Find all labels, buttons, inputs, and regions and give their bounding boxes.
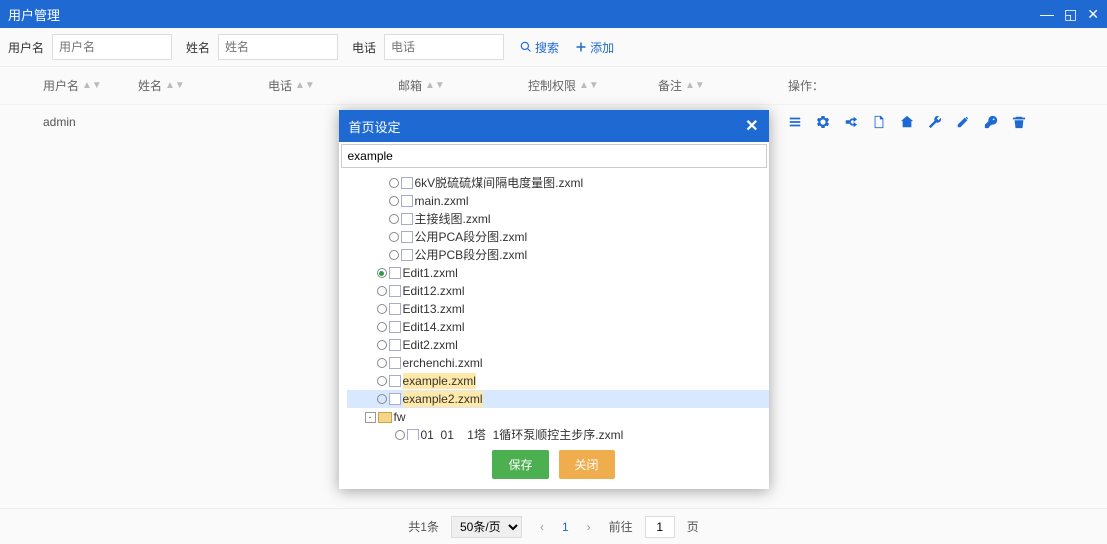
tree-file[interactable]: erchenchi.zxml xyxy=(347,354,769,372)
tree-file[interactable]: Edit2.zxml xyxy=(347,336,769,354)
file-icon xyxy=(389,321,401,333)
tree-file[interactable]: Edit14.zxml xyxy=(347,318,769,336)
modal-title: 首页设定 xyxy=(349,117,401,136)
tree-radio[interactable] xyxy=(377,304,387,314)
modal-overlay: 首页设定 ✕ 6kV脱硫硫煤间隔电度量图.zxml main.zxml 主接线图.z… xyxy=(0,0,1107,544)
file-tree[interactable]: 6kV脱硫硫煤间隔电度量图.zxml main.zxml 主接线图.zxml 公用PC… xyxy=(339,170,769,440)
tree-folder[interactable]: - fw xyxy=(347,408,769,426)
tree-radio[interactable] xyxy=(389,214,399,224)
modal-titlebar: 首页设定 ✕ xyxy=(339,110,769,142)
file-icon xyxy=(401,231,413,243)
file-icon xyxy=(401,213,413,225)
save-button[interactable]: 保存 xyxy=(492,450,548,479)
close-icon[interactable]: ✕ xyxy=(745,116,758,136)
file-icon xyxy=(401,177,413,189)
file-icon xyxy=(389,357,401,369)
tree-file[interactable]: main.zxml xyxy=(347,192,769,210)
tree-node-label: example2.zxml xyxy=(403,391,483,407)
tree-node-label: fw xyxy=(394,409,406,425)
tree-radio[interactable] xyxy=(389,250,399,260)
tree-node-label: 主接线图.zxml xyxy=(415,211,491,227)
tree-radio[interactable] xyxy=(377,322,387,332)
tree-radio[interactable] xyxy=(377,268,387,278)
tree-radio[interactable] xyxy=(377,376,387,386)
file-icon xyxy=(389,375,401,387)
tree-file[interactable]: Edit12.zxml xyxy=(347,282,769,300)
tree-node-label: main.zxml xyxy=(415,193,469,209)
tree-node-label: 6kV脱硫硫煤间隔电度量图.zxml xyxy=(415,175,584,191)
tree-node-label: 01_01__1塔_1循环泵顺控主步序.zxml xyxy=(421,427,624,440)
tree-node-label: Edit12.zxml xyxy=(403,283,465,299)
file-icon xyxy=(401,195,413,207)
tree-radio[interactable] xyxy=(377,394,387,404)
tree-file[interactable]: 公用PCB段分图.zxml xyxy=(347,246,769,264)
close-button[interactable]: 关闭 xyxy=(559,450,615,479)
file-icon xyxy=(389,339,401,351)
tree-file[interactable]: Edit13.zxml xyxy=(347,300,769,318)
tree-file[interactable]: 01_01__1塔_1循环泵顺控主步序.zxml xyxy=(347,426,769,440)
tree-node-label: example.zxml xyxy=(403,373,476,389)
tree-file[interactable]: Edit1.zxml xyxy=(347,264,769,282)
tree-radio[interactable] xyxy=(377,286,387,296)
tree-node-label: 公用PCB段分图.zxml xyxy=(415,247,528,263)
file-icon xyxy=(389,303,401,315)
tree-radio[interactable] xyxy=(389,178,399,188)
tree-node-label: Edit2.zxml xyxy=(403,337,458,353)
tree-file[interactable]: example2.zxml xyxy=(347,390,769,408)
tree-radio[interactable] xyxy=(377,340,387,350)
tree-radio[interactable] xyxy=(377,358,387,368)
homepage-settings-modal: 首页设定 ✕ 6kV脱硫硫煤间隔电度量图.zxml main.zxml 主接线图.z… xyxy=(339,110,769,489)
tree-toggler-icon[interactable]: - xyxy=(365,412,376,423)
tree-file[interactable]: 主接线图.zxml xyxy=(347,210,769,228)
tree-node-label: Edit14.zxml xyxy=(403,319,465,335)
file-icon xyxy=(401,249,413,261)
tree-search-input[interactable] xyxy=(342,145,766,167)
tree-file[interactable]: 公用PCA段分图.zxml xyxy=(347,228,769,246)
tree-search-box xyxy=(341,144,767,168)
tree-node-label: Edit1.zxml xyxy=(403,265,458,281)
tree-node-label: Edit13.zxml xyxy=(403,301,465,317)
tree-radio[interactable] xyxy=(395,430,405,440)
folder-icon xyxy=(378,412,392,423)
tree-radio[interactable] xyxy=(389,232,399,242)
tree-node-label: erchenchi.zxml xyxy=(403,355,483,371)
tree-node-label: 公用PCA段分图.zxml xyxy=(415,229,528,245)
tree-file[interactable]: 6kV脱硫硫煤间隔电度量图.zxml xyxy=(347,174,769,192)
file-icon xyxy=(407,429,419,440)
file-icon xyxy=(389,393,401,405)
modal-footer: 保存 关闭 xyxy=(339,440,769,489)
tree-radio[interactable] xyxy=(389,196,399,206)
tree-file[interactable]: example.zxml xyxy=(347,372,769,390)
modal-body: 6kV脱硫硫煤间隔电度量图.zxml main.zxml 主接线图.zxml 公用PC… xyxy=(339,144,769,440)
file-icon xyxy=(389,285,401,297)
file-icon xyxy=(389,267,401,279)
